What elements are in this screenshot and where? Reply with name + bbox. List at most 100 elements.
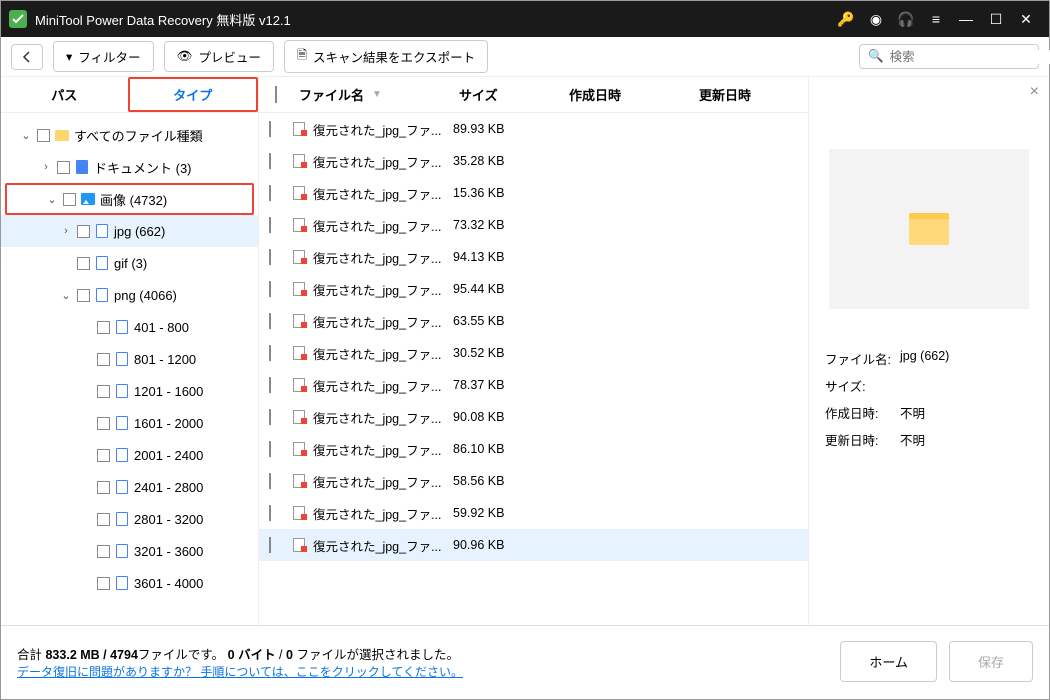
column-modified[interactable]: 更新日時	[693, 85, 773, 104]
tree-label: 3201 - 3600	[134, 544, 203, 559]
tree-checkbox[interactable]	[97, 417, 110, 430]
file-checkbox[interactable]	[269, 505, 271, 521]
preview-button[interactable]: 👁 プレビュー	[164, 41, 274, 72]
file-icon	[114, 575, 130, 591]
tree-item[interactable]: 2401 - 2800	[1, 471, 258, 503]
file-name: 復元された_jpg_ファ...	[313, 216, 442, 235]
column-name[interactable]: ファイル名▼	[293, 85, 453, 104]
save-button[interactable]: 保存	[949, 641, 1033, 682]
tree-checkbox[interactable]	[77, 225, 90, 238]
globe-icon[interactable]: ◉	[861, 11, 891, 28]
headset-icon[interactable]: 🎧	[891, 11, 921, 28]
file-checkbox[interactable]	[269, 249, 271, 265]
maximize-icon[interactable]: ☐	[981, 11, 1011, 28]
file-row[interactable]: 復元された_jpg_ファ...89.93 KB	[259, 113, 808, 145]
tree-checkbox[interactable]	[97, 321, 110, 334]
back-button[interactable]	[11, 44, 43, 70]
file-checkbox[interactable]	[269, 473, 271, 489]
tab-path[interactable]: パス	[1, 77, 128, 112]
tree-checkbox[interactable]	[97, 481, 110, 494]
tree-checkbox[interactable]	[97, 513, 110, 526]
tree-checkbox[interactable]	[77, 257, 90, 270]
file-row[interactable]: 復元された_jpg_ファ...94.13 KB	[259, 241, 808, 273]
file-icon	[114, 511, 130, 527]
tree-checkbox[interactable]	[63, 193, 76, 206]
tree-item[interactable]: 3601 - 4000	[1, 567, 258, 599]
file-row[interactable]: 復元された_jpg_ファ...78.37 KB	[259, 369, 808, 401]
tree-label: 画像 (4732)	[100, 190, 167, 209]
tree-item[interactable]: 1201 - 1600	[1, 375, 258, 407]
home-button[interactable]: ホーム	[840, 641, 937, 682]
file-checkbox[interactable]	[269, 409, 271, 425]
file-checkbox[interactable]	[269, 281, 271, 297]
minimize-icon[interactable]: —	[951, 11, 981, 27]
tree-checkbox[interactable]	[97, 577, 110, 590]
tree-item[interactable]: 2001 - 2400	[1, 439, 258, 471]
key-icon[interactable]: 🔑	[831, 11, 861, 28]
file-checkbox[interactable]	[269, 185, 271, 201]
file-checkbox[interactable]	[269, 121, 271, 137]
file-checkbox[interactable]	[269, 313, 271, 329]
tree-item[interactable]: 401 - 800	[1, 311, 258, 343]
file-row[interactable]: 復元された_jpg_ファ...90.08 KB	[259, 401, 808, 433]
file-row[interactable]: 復元された_jpg_ファ...63.55 KB	[259, 305, 808, 337]
file-size: 59.92 KB	[453, 506, 563, 520]
file-checkbox[interactable]	[269, 377, 271, 393]
tree-label: 1201 - 1600	[134, 384, 203, 399]
tree-checkbox[interactable]	[97, 545, 110, 558]
file-row[interactable]: 復元された_jpg_ファ...35.28 KB	[259, 145, 808, 177]
file-list: ファイル名▼ サイズ 作成日時 更新日時 復元された_jpg_ファ...89.9…	[259, 77, 809, 625]
tree-item[interactable]: 801 - 1200	[1, 343, 258, 375]
file-row[interactable]: 復元された_jpg_ファ...73.32 KB	[259, 209, 808, 241]
close-icon[interactable]: ✕	[1011, 11, 1041, 28]
tree-item[interactable]: ›jpg (662)	[1, 215, 258, 247]
tree-item[interactable]: ›ドキュメント (3)	[1, 151, 258, 183]
file-checkbox[interactable]	[269, 217, 271, 233]
file-checkbox[interactable]	[269, 441, 271, 457]
file-checkbox[interactable]	[269, 537, 271, 553]
file-row[interactable]: 復元された_jpg_ファ...86.10 KB	[259, 433, 808, 465]
tree-label: 2001 - 2400	[134, 448, 203, 463]
tree-checkbox[interactable]	[37, 129, 50, 142]
tree-checkbox[interactable]	[97, 449, 110, 462]
column-size[interactable]: サイズ	[453, 85, 563, 104]
tab-type[interactable]: タイプ	[128, 77, 259, 112]
file-row[interactable]: 復元された_jpg_ファ...30.52 KB	[259, 337, 808, 369]
export-button[interactable]: 🗎 スキャン結果をエクスポート	[284, 40, 488, 73]
file-checkbox[interactable]	[269, 153, 271, 169]
app-title: MiniTool Power Data Recovery 無料版 v12.1	[35, 10, 831, 29]
tree-item[interactable]: ⌄すべてのファイル種類	[1, 119, 258, 151]
file-checkbox[interactable]	[269, 345, 271, 361]
file-icon	[114, 351, 130, 367]
file-icon	[114, 415, 130, 431]
tree-item[interactable]: 2801 - 3200	[1, 503, 258, 535]
file-row[interactable]: 復元された_jpg_ファ...95.44 KB	[259, 273, 808, 305]
tree-item[interactable]: ⌄png (4066)	[1, 279, 258, 311]
filter-button[interactable]: ▾ フィルター	[53, 41, 154, 72]
tree-item[interactable]: 1601 - 2000	[1, 407, 258, 439]
sort-arrow-icon: ▼	[372, 89, 382, 100]
file-row[interactable]: 復元された_jpg_ファ...15.36 KB	[259, 177, 808, 209]
jpg-icon	[293, 314, 307, 328]
file-size: 89.93 KB	[453, 122, 563, 136]
tree-checkbox[interactable]	[77, 289, 90, 302]
search-input[interactable]	[890, 50, 1050, 64]
tree-item[interactable]: 3201 - 3600	[1, 535, 258, 567]
select-all-checkbox[interactable]	[275, 86, 277, 103]
search-box[interactable]: 🔍	[859, 44, 1039, 69]
tree-item[interactable]: gif (3)	[1, 247, 258, 279]
help-link[interactable]: データ復旧に問題がありますか？ 手順については、ここをクリックしてください。	[17, 665, 463, 679]
menu-icon[interactable]: ≡	[921, 11, 951, 27]
tree-checkbox[interactable]	[97, 353, 110, 366]
column-created[interactable]: 作成日時	[563, 85, 693, 104]
file-icon	[114, 383, 130, 399]
tree-item[interactable]: ⌄画像 (4732)	[5, 183, 254, 215]
file-row[interactable]: 復元された_jpg_ファ...58.56 KB	[259, 465, 808, 497]
file-name: 復元された_jpg_ファ...	[313, 184, 442, 203]
file-size: 78.37 KB	[453, 378, 563, 392]
file-row[interactable]: 復元された_jpg_ファ...90.96 KB	[259, 529, 808, 561]
file-row[interactable]: 復元された_jpg_ファ...59.92 KB	[259, 497, 808, 529]
tree-checkbox[interactable]	[57, 161, 70, 174]
tree-checkbox[interactable]	[97, 385, 110, 398]
preview-close-icon[interactable]: ×	[1030, 83, 1039, 101]
